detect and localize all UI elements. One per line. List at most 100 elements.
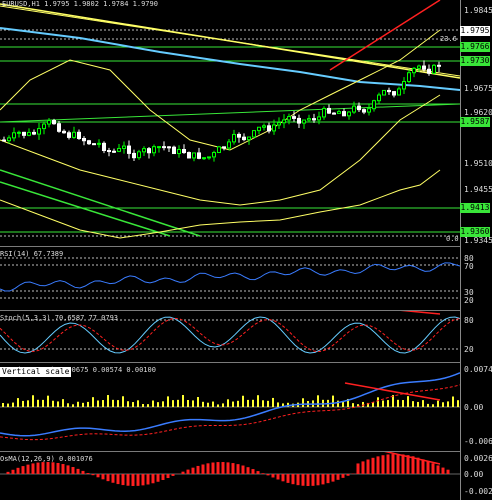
price-chart-panel[interactable]: EURUSD,H1 1.9795 1.9802 1.9784 1.9790 23… bbox=[0, 0, 460, 245]
osma-histogram-bar bbox=[411, 456, 415, 474]
candle-body bbox=[72, 131, 76, 138]
osma-histogram-bar bbox=[121, 474, 125, 486]
candle-body bbox=[27, 131, 31, 136]
osma-histogram-bar bbox=[311, 474, 315, 486]
osma-histogram-bar bbox=[181, 471, 185, 474]
candle-body bbox=[117, 147, 121, 152]
candle-body bbox=[202, 157, 206, 160]
candle-body bbox=[102, 142, 106, 152]
candle-body bbox=[187, 152, 191, 159]
candle-body bbox=[392, 91, 396, 96]
osma-histogram-bar bbox=[166, 474, 170, 479]
osma-histogram-bar bbox=[141, 474, 145, 486]
candle-body bbox=[32, 131, 36, 135]
osma-panel[interactable]: OsMA(12,26,9) 0.001076 bbox=[0, 452, 460, 500]
osma-histogram-bar bbox=[116, 474, 120, 485]
candle-body bbox=[402, 81, 406, 90]
osma-histogram-bar bbox=[161, 474, 165, 480]
osma-histogram-bar bbox=[146, 474, 150, 485]
osma-tick: 0.002637 bbox=[464, 454, 492, 463]
candle-body bbox=[7, 137, 11, 142]
rsi-tick: 70 bbox=[464, 262, 474, 271]
osma-histogram-bar bbox=[386, 454, 390, 474]
osma-histogram-bar bbox=[51, 462, 55, 474]
candle-body bbox=[52, 120, 56, 125]
candle-body bbox=[352, 105, 356, 113]
osma-histogram-bar bbox=[81, 470, 85, 474]
candle-body bbox=[127, 145, 131, 154]
rsi-chart bbox=[0, 257, 460, 299]
osma-histogram-bar bbox=[26, 464, 30, 474]
osma-histogram-bar bbox=[316, 474, 320, 486]
candle-body bbox=[367, 108, 371, 113]
chart-title: EURUSD,H1 1.9795 1.9802 1.9784 1.9790 bbox=[2, 0, 158, 8]
osma-histogram-bar bbox=[21, 466, 25, 474]
osma-histogram-bar bbox=[301, 474, 305, 486]
candle-body bbox=[302, 119, 306, 124]
osma-histogram-bar bbox=[6, 471, 10, 474]
osma-histogram-bar bbox=[396, 454, 400, 474]
candle-body bbox=[67, 132, 71, 138]
macd-tick: 0.00 bbox=[464, 403, 484, 412]
osma-histogram-bar bbox=[206, 463, 210, 474]
osma-histogram-bar bbox=[371, 457, 375, 474]
osma-histogram-bar bbox=[56, 462, 60, 474]
macd-signal-line bbox=[0, 384, 460, 441]
osma-histogram-bar bbox=[156, 474, 160, 482]
candle-body bbox=[317, 116, 321, 121]
candle-body bbox=[82, 137, 86, 142]
candle-body bbox=[182, 148, 186, 154]
candle-body bbox=[412, 67, 416, 74]
candle-body bbox=[322, 107, 326, 118]
stoch-tick: 80 bbox=[464, 316, 474, 325]
osma-histogram-bar bbox=[416, 457, 420, 474]
osma-histogram-bar bbox=[111, 474, 115, 483]
osma-histogram-bar bbox=[136, 474, 140, 486]
price-axis[interactable] bbox=[460, 0, 492, 500]
channel-line bbox=[0, 169, 201, 237]
candle-body bbox=[132, 152, 136, 159]
osma-histogram-bar bbox=[421, 459, 425, 474]
osma-histogram-bar bbox=[266, 474, 270, 476]
candle-body bbox=[77, 131, 81, 139]
stoch-label: Stoch(5,3,3) 70.6587 77.0793 bbox=[0, 314, 119, 322]
candle-body bbox=[2, 139, 6, 142]
osma-histogram-bar bbox=[191, 467, 195, 474]
moving-average bbox=[0, 27, 460, 91]
stoch-panel[interactable]: Stoch(5,3,3) 70.6587 77.0793 bbox=[0, 311, 460, 362]
candle-body bbox=[112, 150, 116, 153]
candle-body bbox=[42, 123, 46, 130]
candle-body bbox=[147, 148, 151, 154]
osma-histogram-bar bbox=[36, 462, 40, 474]
candle-body bbox=[212, 152, 216, 158]
candle-body bbox=[87, 140, 91, 145]
candle-body bbox=[22, 131, 26, 136]
divergence-line bbox=[384, 452, 441, 465]
candle-body bbox=[137, 151, 141, 159]
osma-histogram-bar bbox=[186, 469, 190, 474]
candle-body bbox=[222, 146, 226, 149]
candle-body bbox=[162, 146, 166, 149]
candle-body bbox=[142, 148, 146, 153]
candle-body bbox=[397, 88, 401, 96]
rsi-panel[interactable]: RSI(14) 67.7389 bbox=[0, 247, 460, 310]
candle-body bbox=[207, 156, 211, 159]
osma-histogram-bar bbox=[441, 467, 445, 474]
osma-histogram-bar bbox=[66, 465, 70, 474]
osma-histogram-bar bbox=[361, 461, 365, 474]
macd-tick: 0.0074 bbox=[464, 365, 492, 374]
fib-label-236: 23.6 bbox=[440, 35, 457, 43]
axis-tick: 1.9345 bbox=[464, 236, 492, 245]
osma-histogram-bar bbox=[256, 471, 260, 474]
osma-histogram-bar bbox=[236, 464, 240, 474]
candle-body bbox=[427, 68, 431, 74]
candle-body bbox=[177, 148, 181, 155]
osma-histogram-bar bbox=[16, 467, 20, 474]
osma-histogram-bar bbox=[41, 462, 45, 474]
candle-body bbox=[37, 128, 41, 135]
rsi-line bbox=[0, 262, 460, 292]
divergence-line bbox=[400, 311, 441, 315]
osma-histogram-bar bbox=[366, 459, 370, 474]
trend-line-red bbox=[329, 0, 441, 71]
axis-line bbox=[460, 0, 461, 500]
